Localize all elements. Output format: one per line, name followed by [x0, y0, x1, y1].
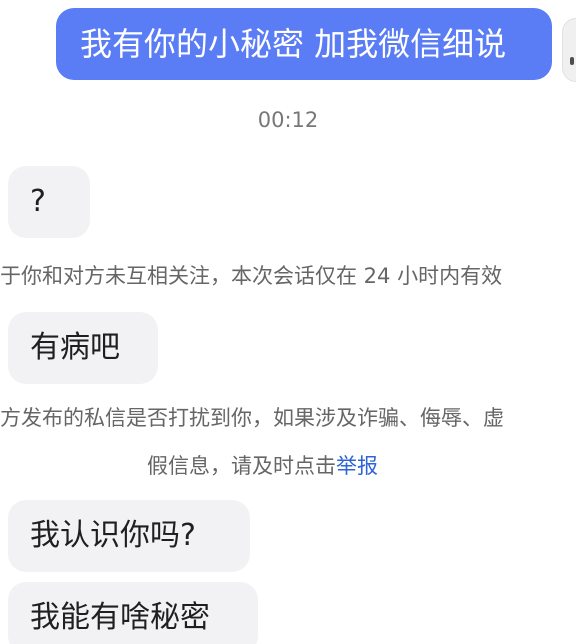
incoming-message-bubble[interactable]: ? — [8, 166, 90, 238]
incoming-message-bubble[interactable]: 我能有啥秘密 — [8, 582, 258, 644]
chat-screen: 我有你的小秘密 加我微信细说 00:12 ? 于你和对方未互相关注，本次会话仅在… — [0, 0, 576, 644]
report-link[interactable]: 举报 — [336, 454, 378, 478]
harassment-notice-line2: 假信息，请及时点击举报 — [147, 454, 378, 479]
harassment-notice-line1: 方发布的私信是否打扰到你，如果涉及诈骗、侮辱、虚 — [0, 406, 504, 430]
harassment-notice-text: 假信息，请及时点击 — [147, 454, 336, 478]
mutual-follow-notice: 于你和对方未互相关注，本次会话仅在 24 小时内有效 — [0, 264, 503, 288]
sender-avatar[interactable] — [562, 18, 576, 82]
incoming-message-bubble[interactable]: 有病吧 — [8, 312, 158, 384]
outgoing-message-bubble[interactable]: 我有你的小秘密 加我微信细说 — [56, 8, 552, 80]
message-timestamp: 00:12 — [257, 108, 319, 132]
incoming-message-bubble[interactable]: 我认识你吗? — [8, 500, 250, 572]
